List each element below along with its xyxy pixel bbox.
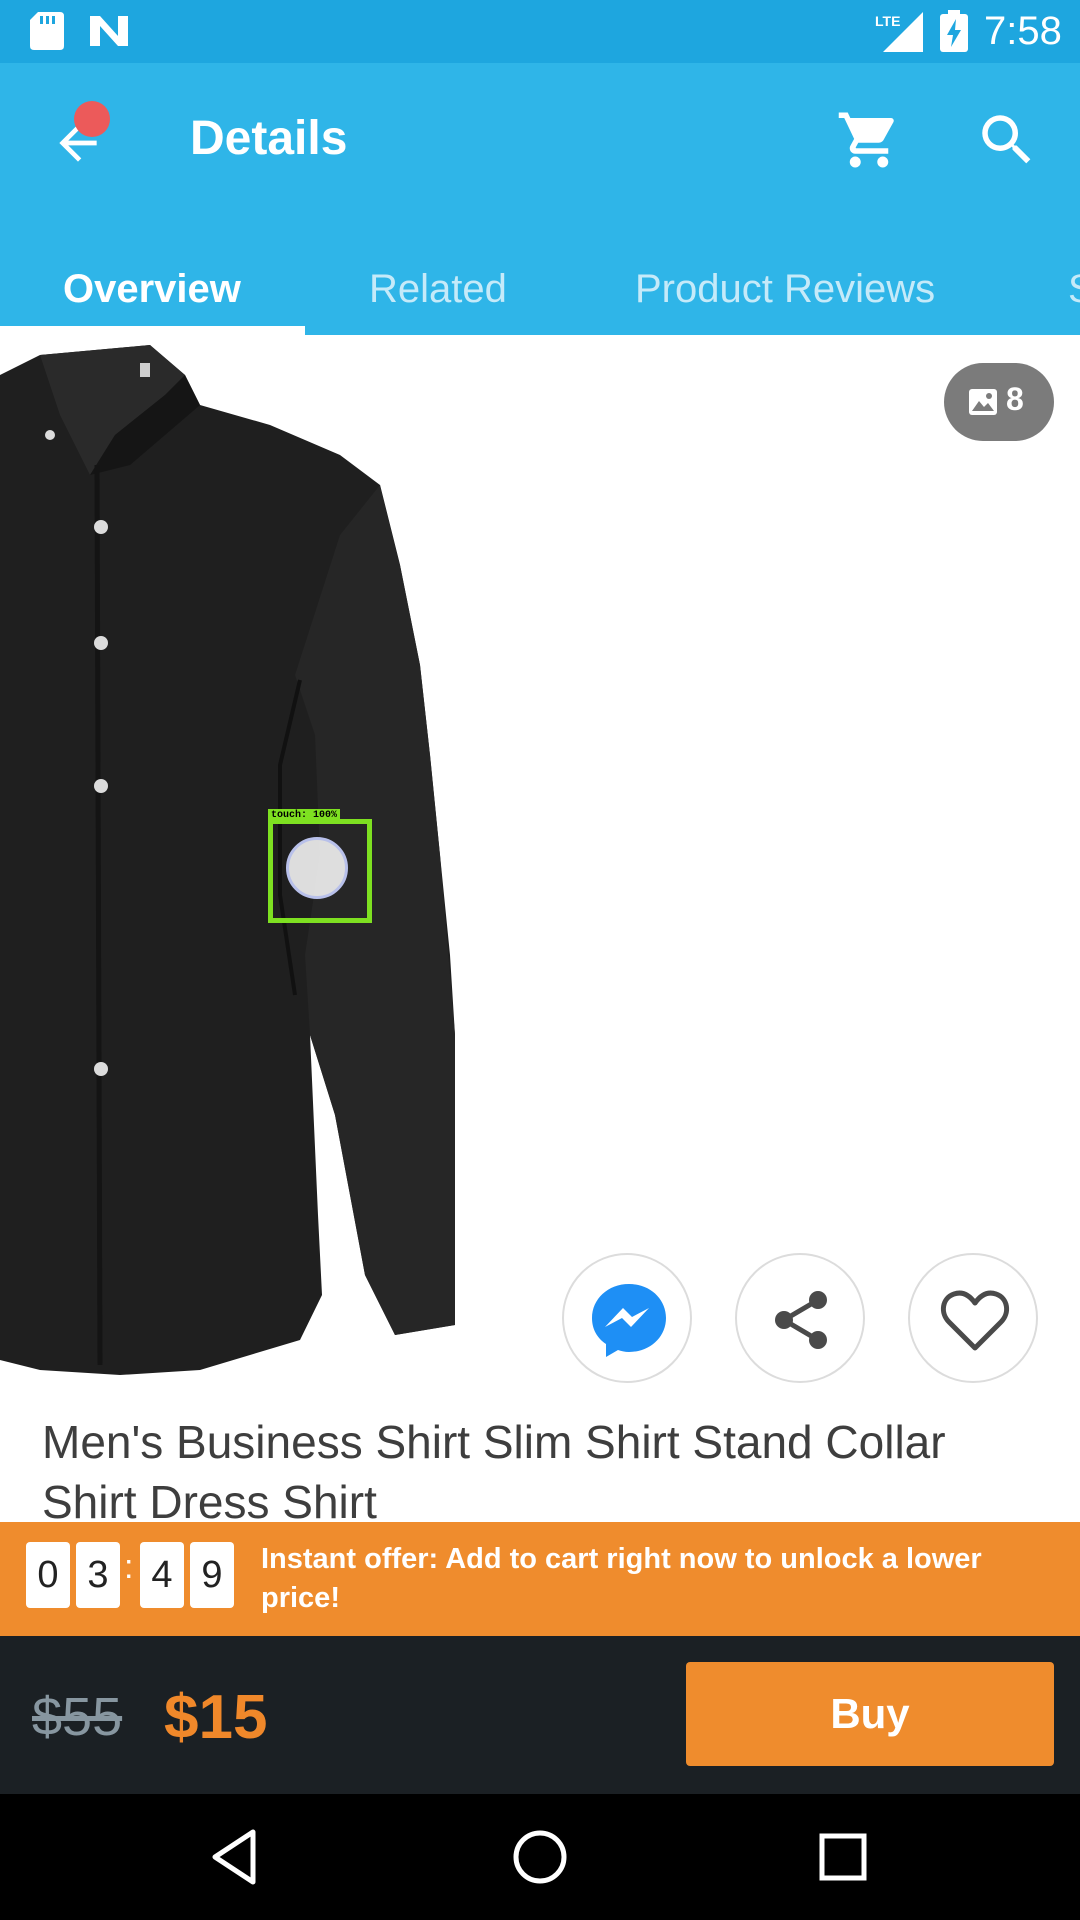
sd-card-icon xyxy=(30,12,64,50)
tab-partial[interactable]: S xyxy=(1068,246,1080,335)
cart-icon[interactable] xyxy=(836,107,902,173)
n-notification-icon xyxy=(90,16,128,46)
screen: LTE 7:58 Details Overview Related Produc… xyxy=(0,0,1080,1920)
back-triangle-icon[interactable] xyxy=(203,1824,269,1890)
buy-button[interactable]: Buy xyxy=(686,1662,1054,1766)
page-title: Details xyxy=(190,112,348,165)
tab-bar: Overview Related Product Reviews S xyxy=(0,246,1080,335)
status-clock: 7:58 xyxy=(984,9,1062,53)
tab-indicator xyxy=(0,326,305,335)
messenger-icon xyxy=(592,1284,666,1357)
heart-icon xyxy=(940,1290,1010,1351)
status-bar: LTE 7:58 xyxy=(0,0,1080,63)
home-circle-icon[interactable] xyxy=(507,1824,573,1890)
price-bar: $55 $15 Buy xyxy=(0,1636,1080,1794)
current-price: $15 xyxy=(164,1683,268,1752)
original-price: $55 xyxy=(32,1687,123,1747)
touch-indicator-circle xyxy=(286,837,348,899)
timer-digit: 3 xyxy=(76,1542,120,1608)
share-button[interactable] xyxy=(735,1253,865,1383)
search-icon[interactable] xyxy=(974,107,1040,173)
instant-offer-banner[interactable]: 0 3 : 4 9 Instant offer: Add to cart rig… xyxy=(0,1522,1080,1636)
tab-product-reviews[interactable]: Product Reviews xyxy=(635,246,935,335)
messenger-button[interactable] xyxy=(562,1253,692,1383)
offer-text: Instant offer: Add to cart right now to … xyxy=(261,1543,982,1614)
tab-overview[interactable]: Overview xyxy=(63,246,241,335)
wishlist-button[interactable] xyxy=(908,1253,1038,1383)
system-nav-bar xyxy=(0,1794,1080,1920)
gallery-count: 8 xyxy=(1006,381,1024,417)
share-icon xyxy=(775,1291,827,1349)
timer-separator: : xyxy=(124,1548,134,1586)
recents-square-icon[interactable] xyxy=(810,1824,876,1890)
shirt-image xyxy=(0,345,455,1375)
timer-digit: 0 xyxy=(26,1542,70,1608)
svg-text:LTE: LTE xyxy=(875,13,900,29)
app-bar: Details Overview Related Product Reviews… xyxy=(0,63,1080,335)
signal-icon: LTE xyxy=(875,12,923,52)
product-title: Men's Business Shirt Slim Shirt Stand Co… xyxy=(42,1416,946,1522)
timer-digit: 9 xyxy=(190,1542,234,1608)
gallery-count-badge[interactable]: 8 xyxy=(944,363,1054,441)
timer-digit: 4 xyxy=(140,1542,184,1608)
tab-related[interactable]: Related xyxy=(369,246,507,335)
notification-dot xyxy=(74,101,110,137)
battery-charging-icon xyxy=(940,10,968,52)
image-icon xyxy=(969,389,997,415)
product-image[interactable]: 8 touch: 100% xyxy=(0,335,1080,1395)
